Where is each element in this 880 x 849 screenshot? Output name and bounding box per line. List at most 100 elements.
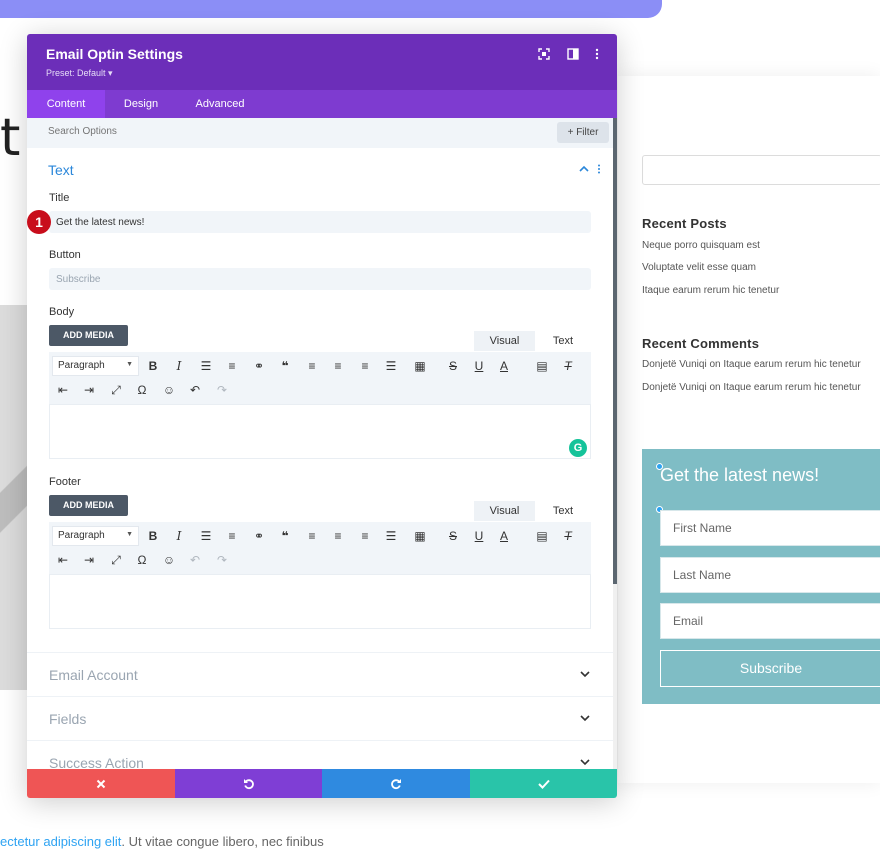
bold-icon[interactable]: B xyxy=(144,357,162,375)
subscribe-button[interactable]: Subscribe xyxy=(660,650,880,687)
email-field[interactable]: Email xyxy=(660,603,880,639)
page-heading-fragment: t xyxy=(0,108,21,168)
paragraph-format-select[interactable]: Paragraph ▼ xyxy=(52,356,139,376)
paragraph-format-select[interactable]: Paragraph ▼ xyxy=(52,526,139,546)
split-view-icon[interactable] xyxy=(565,48,581,64)
save-button[interactable] xyxy=(470,769,617,798)
modal-header[interactable]: Email Optin Settings Preset: Default ▾ xyxy=(27,34,617,90)
editor-tab-visual[interactable]: Visual xyxy=(474,501,535,521)
filter-button[interactable]: + Filter xyxy=(557,122,609,143)
section-divider xyxy=(27,696,617,697)
section-more-icon[interactable] xyxy=(597,164,601,177)
blockquote-icon[interactable]: ❝ xyxy=(276,357,294,375)
fields-section[interactable]: Fields xyxy=(49,711,86,727)
focus-icon[interactable] xyxy=(536,48,552,64)
align-right-icon[interactable]: ≡ xyxy=(356,527,374,545)
text-color-icon[interactable]: A xyxy=(495,527,513,545)
recent-post-link[interactable]: Voluptate velit esse quam xyxy=(642,262,756,273)
paste-icon[interactable]: ▤ xyxy=(533,527,551,545)
first-name-field[interactable]: First Name xyxy=(660,510,880,546)
last-name-field[interactable]: Last Name xyxy=(660,557,880,593)
tab-content[interactable]: Content xyxy=(27,90,105,118)
numbered-list-icon[interactable]: ≡ xyxy=(223,527,241,545)
email-account-section[interactable]: Email Account xyxy=(49,667,138,683)
editor-tab-visual[interactable]: Visual xyxy=(474,331,535,351)
more-vertical-icon[interactable] xyxy=(589,48,605,64)
outdent-icon[interactable]: ⇤ xyxy=(54,381,72,399)
footer-editor-area[interactable] xyxy=(49,574,591,629)
align-center-icon[interactable]: ≡ xyxy=(329,527,347,545)
undo-icon[interactable]: ↶ xyxy=(186,551,204,569)
numbered-list-icon[interactable]: ≡ xyxy=(223,357,241,375)
button-text-input[interactable] xyxy=(49,268,591,290)
preset-selector[interactable]: Preset: Default ▾ xyxy=(46,68,113,79)
settings-tabs: Content Design Advanced xyxy=(27,90,617,118)
special-character-icon[interactable]: Ω xyxy=(133,551,151,569)
section-divider xyxy=(27,652,617,653)
clear-formatting-icon[interactable]: T xyxy=(559,357,577,375)
body-text-link[interactable]: ectetur adipiscing elit xyxy=(0,834,121,849)
tab-advanced[interactable]: Advanced xyxy=(177,90,263,118)
justify-icon[interactable]: ☰ xyxy=(382,357,400,375)
strikethrough-icon[interactable]: S xyxy=(444,527,462,545)
background-diagonal-shape xyxy=(0,420,30,550)
tab-design[interactable]: Design xyxy=(105,90,177,118)
undo-icon[interactable]: ↶ xyxy=(186,381,204,399)
editor-tab-text[interactable]: Text xyxy=(535,501,591,521)
recent-comment-link[interactable]: Donjetë Vuniqi on Itaque earum rerum hic… xyxy=(642,359,861,370)
body-editor-area[interactable] xyxy=(49,404,591,459)
text-color-icon[interactable]: A xyxy=(495,357,513,375)
justify-icon[interactable]: ☰ xyxy=(382,527,400,545)
title-input[interactable] xyxy=(49,211,591,233)
redo-button[interactable] xyxy=(322,769,470,798)
indent-icon[interactable]: ⇥ xyxy=(80,551,98,569)
grammarly-icon[interactable]: G xyxy=(569,439,587,457)
cancel-button[interactable] xyxy=(27,769,175,798)
link-icon[interactable]: ⚭ xyxy=(250,527,268,545)
add-media-button[interactable]: ADD MEDIA xyxy=(49,495,128,516)
chevron-up-icon[interactable] xyxy=(579,165,589,176)
recent-post-link[interactable]: Neque porro quisquam est xyxy=(642,240,760,251)
recent-comment-link[interactable]: Donjetë Vuniqi on Itaque earum rerum hic… xyxy=(642,382,861,393)
sidebar-search-input[interactable] xyxy=(642,155,880,185)
strikethrough-icon[interactable]: S xyxy=(444,357,462,375)
chevron-down-icon[interactable] xyxy=(580,714,590,725)
undo-button[interactable] xyxy=(175,769,323,798)
align-center-icon[interactable]: ≡ xyxy=(329,357,347,375)
italic-icon[interactable]: I xyxy=(170,527,188,545)
text-section-title[interactable]: Text xyxy=(48,162,74,178)
redo-icon[interactable]: ↷ xyxy=(213,381,231,399)
close-icon xyxy=(96,779,106,789)
italic-icon[interactable]: I xyxy=(170,357,188,375)
underline-icon[interactable]: U xyxy=(470,357,488,375)
chevron-down-icon[interactable] xyxy=(580,670,590,681)
chevron-down-icon[interactable] xyxy=(580,758,590,769)
scrollbar-thumb[interactable] xyxy=(613,118,617,584)
recent-post-link[interactable]: Itaque earum rerum hic tenetur xyxy=(642,285,779,296)
table-icon[interactable]: ▦ xyxy=(411,357,429,375)
underline-icon[interactable]: U xyxy=(470,527,488,545)
blockquote-icon[interactable]: ❝ xyxy=(276,527,294,545)
add-media-button[interactable]: ADD MEDIA xyxy=(49,325,128,346)
editor-tab-text[interactable]: Text xyxy=(535,331,591,351)
align-left-icon[interactable]: ≡ xyxy=(303,357,321,375)
table-icon[interactable]: ▦ xyxy=(411,527,429,545)
fullscreen-icon[interactable]: ⤢ xyxy=(107,381,125,399)
bullet-list-icon[interactable]: ☰ xyxy=(197,357,215,375)
redo-icon[interactable]: ↷ xyxy=(213,551,231,569)
top-banner xyxy=(0,0,662,18)
align-left-icon[interactable]: ≡ xyxy=(303,527,321,545)
outdent-icon[interactable]: ⇤ xyxy=(54,551,72,569)
fullscreen-icon[interactable]: ⤢ xyxy=(107,551,125,569)
clear-formatting-icon[interactable]: T xyxy=(559,527,577,545)
link-icon[interactable]: ⚭ xyxy=(250,357,268,375)
align-right-icon[interactable]: ≡ xyxy=(356,357,374,375)
search-options-input[interactable] xyxy=(48,126,348,137)
bold-icon[interactable]: B xyxy=(144,527,162,545)
special-character-icon[interactable]: Ω xyxy=(133,381,151,399)
indent-icon[interactable]: ⇥ xyxy=(80,381,98,399)
emoji-icon[interactable]: ☺ xyxy=(160,551,178,569)
paste-icon[interactable]: ▤ xyxy=(533,357,551,375)
bullet-list-icon[interactable]: ☰ xyxy=(197,527,215,545)
emoji-icon[interactable]: ☺ xyxy=(160,381,178,399)
